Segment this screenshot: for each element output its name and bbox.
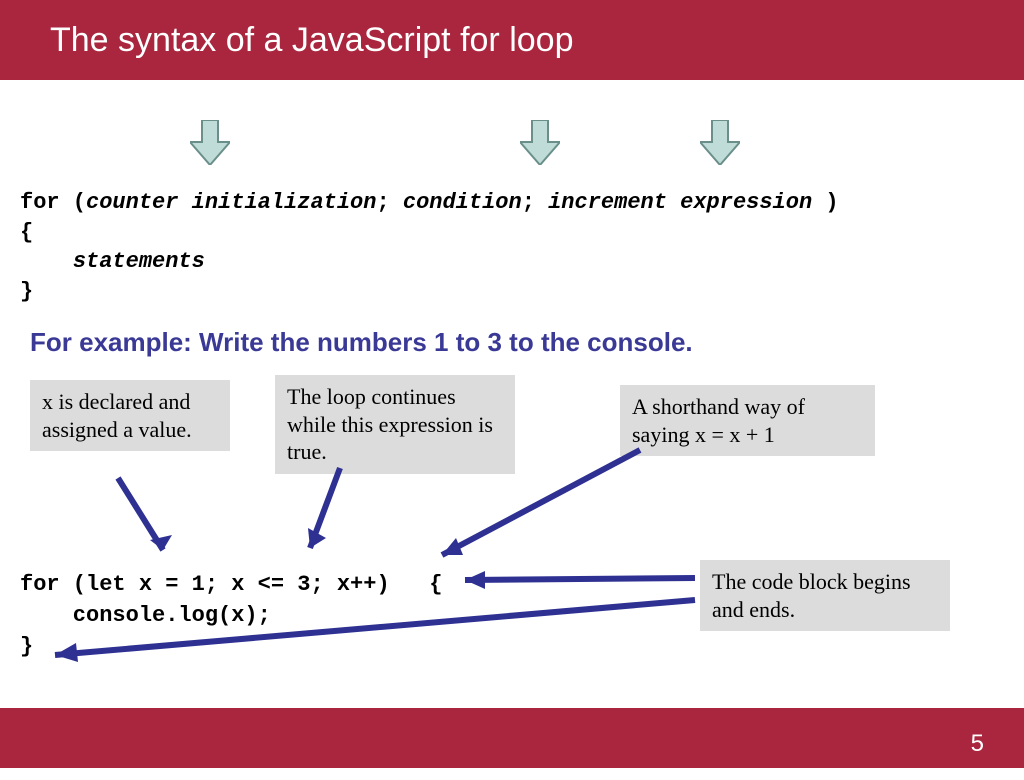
code-line-3: }: [20, 634, 33, 659]
note-shorthand: A shorthand way of saying x = x + 1: [620, 385, 875, 456]
note-declared: x is declared and assigned a value.: [30, 380, 230, 451]
note-continues: The loop continues while this expression…: [275, 375, 515, 474]
down-arrow-icon: [700, 120, 740, 165]
indent: [20, 249, 73, 274]
open-brace: {: [20, 220, 33, 245]
sep: ;: [522, 190, 548, 215]
note-block: The code block begins and ends.: [700, 560, 950, 631]
example-heading: For example: Write the numbers 1 to 3 to…: [30, 327, 693, 358]
slide-title: The syntax of a JavaScript for loop: [50, 21, 573, 60]
close-paren: ): [812, 190, 838, 215]
slide-header: The syntax of a JavaScript for loop: [0, 0, 1024, 80]
syntax-statements: statements: [73, 249, 205, 274]
slide-footer: 5: [0, 708, 1024, 768]
kw-for: for (: [20, 190, 86, 215]
close-brace: }: [20, 279, 33, 304]
page-number: 5: [971, 730, 984, 758]
down-arrow-icon: [190, 120, 230, 165]
down-arrow-icon: [520, 120, 560, 165]
syntax-condition: condition: [403, 190, 522, 215]
syntax-counter-init: counter initialization: [86, 190, 376, 215]
slide-content: for (counter initialization; condition; …: [0, 80, 1024, 708]
example-code: for (let x = 1; x <= 3; x++) { console.l…: [20, 570, 442, 662]
syntax-template: for (counter initialization; condition; …: [20, 188, 839, 307]
syntax-increment: increment expression: [548, 190, 812, 215]
code-line-1: for (let x = 1; x <= 3; x++) {: [20, 572, 442, 597]
code-line-2: console.log(x);: [20, 603, 271, 628]
sep: ;: [376, 190, 402, 215]
